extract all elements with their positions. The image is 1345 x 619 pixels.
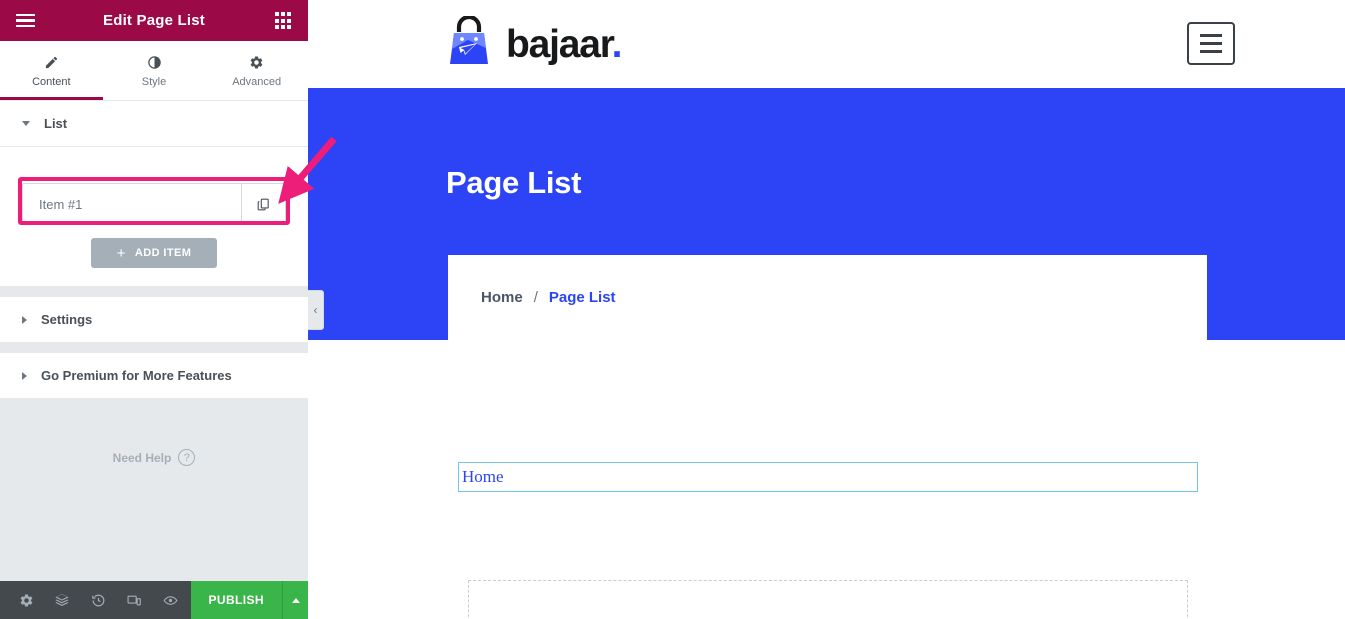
widgets-panel-button[interactable] bbox=[271, 9, 295, 33]
editor-panel: Edit Page List Content Style Advanced Li… bbox=[0, 0, 308, 619]
breadcrumb: Home / Page List bbox=[448, 255, 1207, 340]
chevron-right-icon bbox=[22, 315, 27, 324]
panel-header: Edit Page List bbox=[0, 0, 308, 41]
shopping-bag-cursor-logo bbox=[446, 14, 492, 73]
brand-dot: . bbox=[611, 22, 623, 66]
pencil-icon bbox=[44, 54, 59, 71]
breadcrumb-home-link[interactable]: Home bbox=[481, 289, 523, 306]
section-list-body: Item #1 + ADD ITEM bbox=[0, 147, 308, 287]
panel-footer-toolbar: PUBLISH bbox=[0, 581, 308, 619]
grid-apps-icon bbox=[274, 12, 292, 29]
preview-eye-icon[interactable] bbox=[152, 581, 188, 619]
add-item-button[interactable]: + ADD ITEM bbox=[91, 238, 217, 268]
hero-section: Page List Home / Page List bbox=[308, 88, 1345, 340]
tab-content-label: Content bbox=[32, 75, 71, 88]
chevron-right-icon bbox=[22, 371, 27, 380]
site-header: bajaar. bbox=[308, 0, 1345, 88]
hamburger-icon-line bbox=[1200, 42, 1222, 45]
repeater-item-row[interactable]: Item #1 bbox=[22, 183, 286, 225]
page-title: Page List bbox=[446, 165, 582, 200]
question-mark-icon[interactable]: ? bbox=[178, 449, 196, 466]
elementor-editor-window: Edit Page List Content Style Advanced Li… bbox=[0, 0, 1345, 619]
gear-icon bbox=[249, 54, 264, 71]
caret-up-icon bbox=[291, 597, 300, 603]
tab-content[interactable]: Content bbox=[0, 41, 103, 100]
section-divider bbox=[0, 287, 308, 297]
hamburger-icon bbox=[15, 11, 35, 31]
tab-advanced[interactable]: Advanced bbox=[205, 41, 308, 100]
publish-button[interactable]: PUBLISH bbox=[190, 581, 282, 619]
add-item-label: ADD ITEM bbox=[134, 247, 192, 259]
canvas-body: Home bbox=[308, 340, 1345, 619]
copy-icon[interactable] bbox=[241, 184, 285, 224]
section-go-premium[interactable]: Go Premium for More Features bbox=[0, 353, 308, 399]
need-help-label: Need Help bbox=[112, 450, 172, 465]
section-list[interactable]: List bbox=[0, 101, 308, 147]
section-list-label: List bbox=[44, 116, 68, 131]
history-revisions-icon[interactable] bbox=[80, 581, 116, 619]
tab-style[interactable]: Style bbox=[103, 41, 206, 100]
breadcrumb-separator: / bbox=[533, 289, 538, 306]
brand-name-text: bajaar bbox=[506, 22, 613, 66]
tab-advanced-label: Advanced bbox=[232, 75, 282, 88]
site-logo[interactable]: bajaar. bbox=[446, 14, 623, 73]
section-divider bbox=[0, 343, 308, 353]
brand-name: bajaar. bbox=[506, 22, 623, 66]
panel-title: Edit Page List bbox=[103, 12, 205, 29]
layers-navigator-icon[interactable] bbox=[44, 581, 80, 619]
hamburger-icon-line bbox=[1200, 34, 1222, 37]
section-go-premium-label: Go Premium for More Features bbox=[41, 368, 232, 383]
need-help: Need Help ? bbox=[0, 399, 308, 466]
publish-options-button[interactable] bbox=[282, 581, 308, 619]
preview-canvas: bajaar. Page List Home / Page List Home bbox=[308, 0, 1345, 619]
page-list-widget[interactable]: Home bbox=[458, 462, 1198, 492]
widget-dropzone[interactable] bbox=[468, 580, 1188, 619]
chevron-down-icon bbox=[22, 121, 30, 126]
section-settings-label: Settings bbox=[41, 312, 93, 327]
panel-tabs: Content Style Advanced bbox=[0, 41, 308, 101]
contrast-icon bbox=[147, 54, 162, 71]
repeater-container: Item #1 bbox=[18, 167, 290, 225]
repeater-item-label[interactable]: Item #1 bbox=[23, 184, 241, 224]
breadcrumb-current: Page List bbox=[548, 289, 616, 306]
publish-group: PUBLISH bbox=[190, 581, 308, 619]
responsive-mode-icon[interactable] bbox=[116, 581, 152, 619]
tab-style-label: Style bbox=[141, 75, 167, 88]
panel-controls-area: List Item #1 + ADD ITEM Settings Go Prem… bbox=[0, 101, 308, 581]
panel-collapse-handle[interactable]: ‹ bbox=[308, 290, 324, 330]
site-menu-toggle-button[interactable] bbox=[1187, 22, 1235, 65]
plus-icon: + bbox=[116, 244, 126, 262]
panel-menu-button[interactable] bbox=[13, 9, 37, 33]
page-list-home-link[interactable]: Home bbox=[462, 467, 504, 487]
section-settings[interactable]: Settings bbox=[0, 297, 308, 343]
hamburger-icon-line bbox=[1200, 50, 1222, 53]
gear-settings-icon[interactable] bbox=[8, 581, 44, 619]
